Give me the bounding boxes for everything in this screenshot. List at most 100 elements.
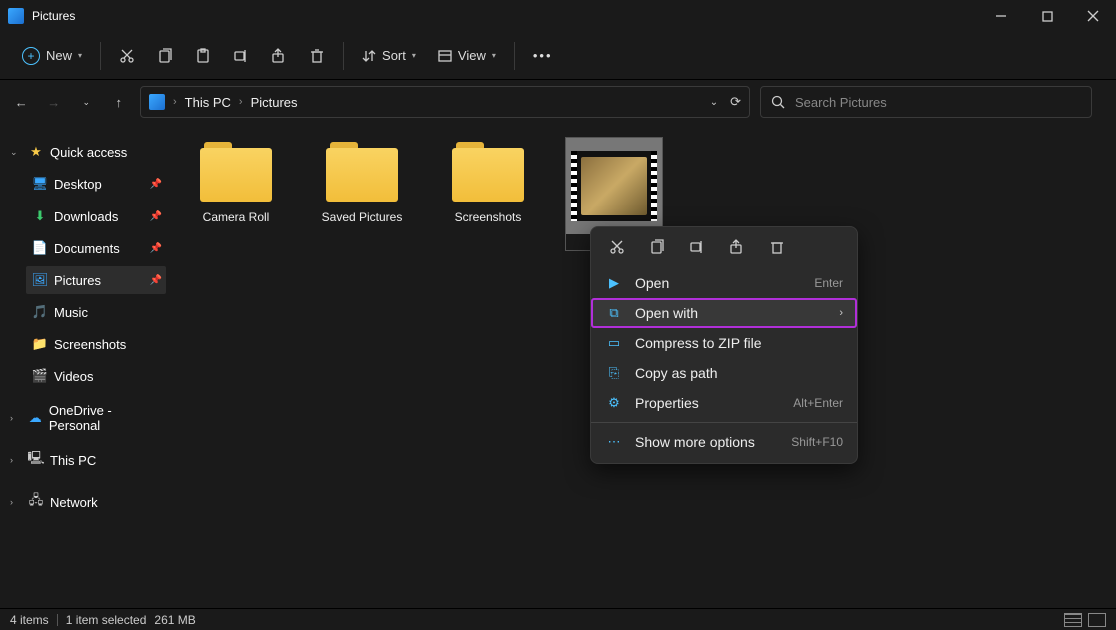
sidebar-item-label: Downloads [54,209,118,224]
sort-label: Sort [382,48,406,63]
item-label: Screenshots [440,210,536,224]
rename-button[interactable] [225,42,257,70]
minimize-button[interactable] [978,0,1024,32]
sidebar-thispc[interactable]: ›🖳This PC [4,446,166,474]
refresh-button[interactable]: ⟳ [730,94,741,110]
sidebar-item-screenshots[interactable]: 📁Screenshots [26,330,166,358]
status-selected: 1 item selected [66,613,147,627]
quick-access-label: Quick access [50,145,127,160]
item-label: Camera Roll [188,210,284,224]
sidebar-item-label: Music [54,305,88,320]
ctx-open-with[interactable]: ⧉ Open with › [591,298,857,328]
ctx-shortcut: Enter [814,276,843,290]
ctx-label: Copy as path [635,365,843,381]
sidebar-item-label: Documents [54,241,120,256]
sidebar-item-label: OneDrive - Personal [49,403,162,433]
sidebar-item-label: Desktop [54,177,102,192]
zip-icon: ▭ [605,335,623,351]
sidebar-item-videos[interactable]: 🎬Videos [26,362,166,390]
ctx-open[interactable]: ▶ Open Enter [591,268,857,298]
sidebar-item-label: Videos [54,369,94,384]
copypath-icon: ⎘ [605,365,623,381]
forward-button[interactable]: → [43,95,66,110]
ctx-cut-icon[interactable] [607,239,627,258]
openwith-icon: ⧉ [605,305,623,321]
copy-button[interactable] [149,42,181,70]
ctx-copy-icon[interactable] [647,239,667,258]
crumb-thispc[interactable]: This PC [185,95,231,110]
toolbar: +New▾ Sort▾ View▾ ••• [0,32,1116,80]
pin-icon: 📌 [150,211,162,222]
navigation-row: ← → ⌄ ↑ › This PC › Pictures ⌄ ⟳ Search … [0,80,1116,124]
context-menu: ▶ Open Enter ⧉ Open with › ▭ Compress to ZIP … [590,226,858,464]
thumbnail-view-button[interactable] [1088,613,1106,627]
sidebar-item-downloads[interactable]: ⬇Downloads📌 [26,202,166,230]
chevron-right-icon: › [173,96,177,108]
properties-icon: ⚙ [605,395,623,411]
status-size: 261 MB [154,613,195,627]
sidebar-item-music[interactable]: 🎵Music [26,298,166,326]
search-input[interactable]: Search Pictures [760,86,1092,118]
open-icon: ▶ [605,275,623,291]
up-button[interactable]: ↑ [108,95,131,110]
delete-button[interactable] [301,42,333,70]
ctx-label: Show more options [635,434,779,450]
ctx-properties[interactable]: ⚙ Properties Alt+Enter [591,388,857,418]
ctx-share-icon[interactable] [727,239,747,258]
sidebar-item-label: Pictures [54,273,101,288]
search-icon [771,95,785,109]
paste-button[interactable] [187,42,219,70]
ctx-compress[interactable]: ▭ Compress to ZIP file [591,328,857,358]
folder-saved-pictures[interactable]: Saved Pictures [314,138,410,224]
ctx-label: Open with [635,305,827,321]
sidebar: ⌄★Quick access 🖥Desktop📌 ⬇Downloads📌 📄Do… [0,124,170,610]
details-view-button[interactable] [1064,613,1082,627]
sidebar-network[interactable]: ›🖧Network [4,488,166,516]
more-icon: ⋯ [605,434,623,450]
item-label: Saved Pictures [314,210,410,224]
more-button[interactable]: ••• [525,42,561,69]
folder-screenshots[interactable]: Screenshots [440,138,536,224]
sidebar-onedrive[interactable]: ›☁OneDrive - Personal [4,404,166,432]
cut-button[interactable] [111,42,143,70]
quick-access[interactable]: ⌄★Quick access [4,138,166,166]
close-button[interactable] [1070,0,1116,32]
ctx-label: Properties [635,395,781,411]
ctx-label: Compress to ZIP file [635,335,843,351]
app-icon [8,8,24,24]
pictures-icon [149,94,165,110]
share-button[interactable] [263,42,295,70]
ctx-rename-icon[interactable] [687,239,707,258]
new-button[interactable]: +New▾ [14,41,90,71]
chevron-right-icon: › [839,307,843,319]
sidebar-item-pictures[interactable]: 🖼Pictures📌 [26,266,166,294]
sidebar-item-label: Screenshots [54,337,126,352]
addr-chevron-down-icon[interactable]: ⌄ [710,97,718,108]
address-bar[interactable]: › This PC › Pictures ⌄ ⟳ [140,86,750,118]
new-label: New [46,48,72,63]
window-title: Pictures [32,9,978,23]
sidebar-item-documents[interactable]: 📄Documents📌 [26,234,166,262]
crumb-pictures[interactable]: Pictures [251,95,298,110]
ctx-label: Open [635,275,802,291]
view-label: View [458,48,486,63]
sidebar-item-desktop[interactable]: 🖥Desktop📌 [26,170,166,198]
recent-button[interactable]: ⌄ [75,97,98,108]
ctx-shortcut: Shift+F10 [791,435,843,449]
back-button[interactable]: ← [10,95,33,110]
ctx-copypath[interactable]: ⎘ Copy as path [591,358,857,388]
ctx-delete-icon[interactable] [767,239,787,258]
titlebar: Pictures [0,0,1116,32]
maximize-button[interactable] [1024,0,1070,32]
ctx-show-more[interactable]: ⋯ Show more options Shift+F10 [591,427,857,457]
ctx-shortcut: Alt+Enter [793,396,843,410]
sort-button[interactable]: Sort▾ [354,42,424,69]
folder-camera-roll[interactable]: Camera Roll [188,138,284,224]
view-button[interactable]: View▾ [430,42,504,69]
status-bar: 4 items 1 item selected 261 MB [0,608,1116,630]
sidebar-item-label: This PC [50,453,96,468]
sidebar-item-label: Network [50,495,98,510]
chevron-right-icon: › [239,96,243,108]
status-count: 4 items [10,613,49,627]
search-placeholder: Search Pictures [795,95,887,110]
